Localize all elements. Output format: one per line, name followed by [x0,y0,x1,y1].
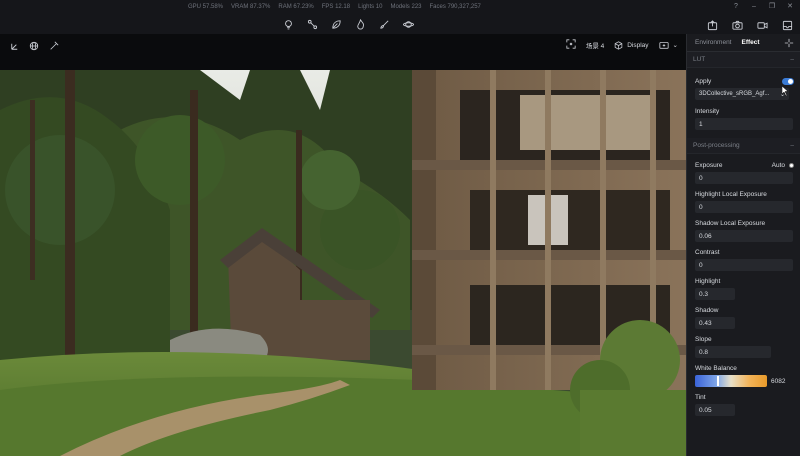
planet-icon [402,20,414,28]
lut-section-title: LUT [693,56,706,63]
display-label: Display [627,41,649,49]
mouse-cursor-icon [782,86,789,96]
paint-tool-button[interactable] [372,16,396,32]
lights-stat: Lights 10 [358,4,383,10]
close-icon[interactable]: ✕ [786,2,794,10]
lut-section-header[interactable]: LUT – [687,52,800,68]
exposure-input[interactable]: 0 [695,172,793,184]
share-button[interactable] [700,16,725,34]
scene-tools [276,16,420,32]
highlight-local-input[interactable]: 0 [695,201,793,213]
slope-input[interactable]: 0.8 [695,346,771,358]
lut-file-select[interactable]: 3DCollective_sRGB_Agf... ⌄ [695,88,789,100]
bulb-icon [284,19,292,29]
inbox-icon [782,20,793,30]
share-icon [707,19,718,30]
cube-icon [614,40,623,50]
render-viewport[interactable] [0,70,686,456]
performance-stats: GPU 57.58% VRAM 87.37% RAM 67.23% FPS 12… [188,4,481,10]
chevron-down-icon: ⌄ [672,42,678,49]
collapse-icon: – [790,142,794,149]
brush-icon [379,20,388,29]
top-bar: GPU 57.58% VRAM 87.37% RAM 67.23% FPS 12… [0,0,800,34]
shadow-input[interactable]: 0.43 [695,317,735,329]
help-icon[interactable]: ? [732,2,740,10]
apply-label: Apply [695,77,712,85]
scene-render [0,70,686,456]
video-camera-icon [757,21,768,29]
highlight-local-label: Highlight Local Exposure [695,190,767,198]
shadow-local-input[interactable]: 0.06 [695,230,793,242]
intensity-input[interactable]: 1 [695,118,793,130]
lut-file-value: 3DCollective_sRGB_Agf... [699,91,770,97]
tint-label: Tint [695,393,706,401]
camera-switch-icon [658,42,669,49]
white-balance-label: White Balance [695,364,737,372]
post-processing-title: Post-processing [693,142,740,149]
eyedropper-icon [50,41,59,50]
ram-stat: RAM 67.23% [278,4,314,10]
contrast-input[interactable]: 0 [695,259,793,271]
sparkle-icon[interactable] [784,38,794,48]
viewport-toolbar: 场景 4 Display ⌄ [0,34,686,70]
top-right-actions [700,16,800,34]
slope-label: Slope [695,335,712,343]
globe-button[interactable] [28,40,40,52]
camera-menu[interactable]: ⌄ [658,40,678,50]
window-controls: ? – ❐ ✕ [732,2,794,11]
gpu-stat: GPU 57.58% [188,4,224,10]
shadow-local-label: Shadow Local Exposure [695,219,766,227]
shadow-label: Shadow [695,306,719,314]
post-processing-section-header[interactable]: Post-processing – [687,138,800,154]
flame-icon [356,18,364,29]
panel-tabs: Environment Effect [687,34,800,52]
white-balance-value: 6082 [771,377,786,385]
scene-selector[interactable]: 场景 4 [586,40,604,50]
contrast-label: Contrast [695,248,720,256]
tab-environment[interactable]: Environment [695,39,732,46]
light-tool-button[interactable] [276,16,300,32]
record-video-button[interactable] [750,16,775,34]
axis-icon [10,43,17,50]
screenshot-button[interactable] [725,16,750,34]
exposure-auto-toggle[interactable]: Auto [772,162,794,169]
white-balance-slider[interactable] [695,375,767,387]
leaf-icon [331,19,341,29]
vegetation-tool-button[interactable] [324,16,348,32]
sky-tool-button[interactable] [396,16,420,32]
highlight-input[interactable]: 0.3 [695,288,735,300]
vram-stat: VRAM 87.37% [231,4,271,10]
highlight-label: Highlight [695,277,721,285]
crosshair-icon [566,39,576,49]
properties-panel: Environment Effect LUT – Apply 3DCollect… [686,34,800,456]
display-menu[interactable]: Display [614,40,649,50]
node-icon [307,19,317,29]
faces-stat: Faces 790,327,257 [429,4,481,10]
inbox-button[interactable] [775,16,800,34]
fit-view-button[interactable] [566,39,576,51]
tab-effect[interactable]: Effect [742,39,760,46]
transform-gizmo-button[interactable] [8,40,20,52]
minimize-icon[interactable]: – [750,2,758,10]
collapse-icon: – [790,56,794,63]
intensity-label: Intensity [695,107,720,115]
scene-label: 场景 4 [585,43,605,50]
fps-stat: FPS 12.18 [321,4,351,10]
models-stat: Models 223 [390,4,422,10]
eyedropper-button[interactable] [48,40,60,52]
auto-label: Auto [771,161,785,169]
exposure-label: Exposure [695,161,723,169]
tint-input[interactable]: 0.05 [695,404,735,416]
globe-icon [29,41,39,51]
auto-radio[interactable] [789,162,794,168]
node-tool-button[interactable] [300,16,324,32]
white-balance-knob[interactable] [717,376,719,386]
camera-icon [732,20,743,30]
effect-tool-button[interactable] [348,16,372,32]
lut-apply-toggle[interactable] [782,77,794,85]
maximize-icon[interactable]: ❐ [768,2,776,10]
